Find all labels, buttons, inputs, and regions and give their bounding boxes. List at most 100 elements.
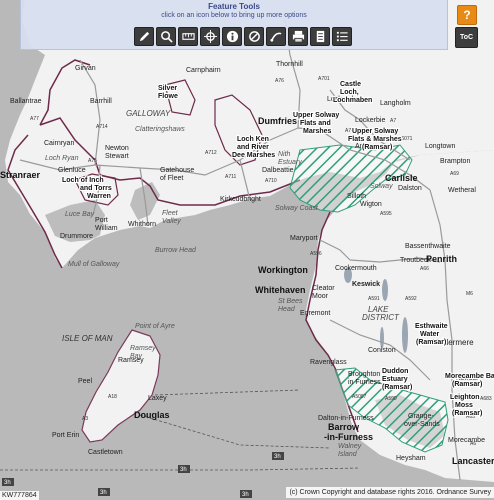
town-label-whitehaven: Whitehaven (255, 285, 306, 295)
route-icon (269, 32, 281, 42)
feature-tools-title: Feature Tools (208, 2, 260, 11)
water-label: Nith (278, 151, 291, 158)
site-label-silver-flowe-2[interactable]: Flowe (157, 92, 179, 101)
place-label: Maryport (290, 235, 318, 242)
place-label: Heysham (396, 455, 426, 462)
toc-button[interactable]: ToC (455, 27, 478, 48)
locate-tool-button[interactable] (200, 27, 220, 46)
place-label: Ballantrae (10, 98, 42, 105)
town-label-carlisle: Carlisle (385, 173, 418, 183)
place-label: Morecambe (448, 437, 485, 444)
road-label: A3 (82, 416, 88, 422)
coniston-lake (380, 327, 384, 349)
site-label-leighton[interactable]: Leighton (449, 393, 481, 402)
place-label: Wigton (360, 201, 382, 208)
site-label-leighton-2[interactable]: Moss (454, 401, 474, 410)
print-tool-button[interactable] (288, 27, 308, 46)
site-label-morecambe[interactable]: Morecambe Bay (444, 372, 494, 381)
site-label-loch-ken[interactable]: Loch Ken (236, 135, 270, 144)
copyright-notice: (c) Crown Copyright and database rights … (286, 487, 494, 498)
site-label-upper-solway-ramsar[interactable]: Upper Solway (351, 127, 400, 136)
list-tool-button[interactable] (332, 27, 352, 46)
place-label: Barrhill (90, 98, 112, 105)
place-label: Grange- (408, 413, 434, 420)
site-label-upper-solway-ramsar-2[interactable]: Flats & Marshes (347, 135, 403, 144)
road-label: A714 (96, 124, 108, 130)
water-label: St Bees (278, 298, 303, 305)
info-icon (226, 30, 238, 43)
site-label-loch-ken-3[interactable]: Dee Marshes (231, 151, 276, 160)
place-label: Thornhill (276, 61, 303, 68)
water-label: Luce Bay (65, 211, 95, 218)
water-label: Valley (162, 218, 181, 225)
place-label: Glenluce (58, 167, 86, 174)
site-label-upper-solway-2[interactable]: Flats and (299, 119, 332, 128)
place-label: over-Sands (404, 421, 440, 428)
place-label: Girvan (75, 65, 96, 72)
place-label: Moor (312, 293, 329, 300)
road-label: A590 (385, 396, 397, 402)
water-label: Head (278, 306, 296, 313)
site-label-castle-loch[interactable]: Castle (339, 80, 362, 89)
site-label-loch-of-inch[interactable]: Loch of Inch (61, 176, 105, 185)
place-label: William (95, 225, 118, 232)
site-label-upper-solway-3[interactable]: Marshes (302, 127, 333, 136)
site-label-esthwaite[interactable]: Esthwaite (414, 322, 449, 331)
site-label-duddon[interactable]: Duddon (381, 367, 410, 376)
place-label: Wetheral (448, 187, 476, 194)
site-label-upper-solway-ramsar-3[interactable]: (Ramsar) (361, 143, 394, 152)
site-label-loch-of-inch-2[interactable]: and Torrs (79, 184, 113, 193)
town-label-dumfries: Dumfries (258, 116, 297, 126)
site-label-loch-ken-2[interactable]: and River (236, 143, 270, 152)
place-label: Langholm (380, 100, 411, 107)
place-label: Broughton (348, 371, 380, 378)
town-label-barrow-2: -in-Furness (324, 432, 373, 442)
road-label: M6 (466, 291, 473, 297)
windermere-lake (402, 317, 408, 353)
site-label-morecambe-2[interactable]: (Ramsar) (451, 380, 484, 389)
site-label-esthwaite-3[interactable]: (Ramsar) (415, 338, 448, 347)
site-label-esthwaite-2[interactable]: Water (419, 330, 441, 339)
site-label-duddon-3[interactable]: (Ramsar) (381, 383, 414, 392)
site-label-loch-of-inch-3[interactable]: Warren (86, 192, 112, 201)
road-label: A69 (450, 171, 459, 177)
feature-tools-panel: Feature Tools click on an icon below to … (20, 0, 448, 50)
measure-tool-button[interactable] (178, 27, 198, 46)
site-label-leighton-3[interactable]: (Ramsar) (451, 409, 484, 418)
print-icon (292, 30, 304, 43)
place-label: Silloth (347, 193, 366, 200)
place-label: Cockermouth (335, 265, 377, 272)
tool-buttons (134, 27, 352, 47)
site-label-upper-solway[interactable]: Upper Solway (292, 111, 341, 120)
place-label: Drummore (60, 233, 93, 240)
magnifier-icon (160, 31, 173, 43)
place-label: Cleator (312, 285, 335, 292)
route-tool-button[interactable] (266, 27, 286, 46)
place-label: Port Erin (52, 432, 79, 439)
place-label: Port (95, 217, 108, 224)
info-tool-button[interactable] (222, 27, 242, 46)
road-label: A591 (368, 296, 380, 302)
ban-icon (248, 31, 260, 42)
map-canvas[interactable]: Girvan Barrhill Ballantrae Carnphairn Th… (0, 0, 494, 500)
water-label: Bay (130, 353, 143, 360)
place-label: Castletown (88, 449, 123, 456)
draw-tool-button[interactable] (134, 27, 154, 46)
road-label: A6 (470, 441, 476, 447)
map-id-label: KW777864 (0, 491, 39, 500)
help-button[interactable]: ? (457, 5, 477, 25)
clear-tool-button[interactable] (244, 27, 264, 46)
site-label-duddon-2[interactable]: Estuary (381, 375, 409, 384)
place-label: Dalston (398, 185, 422, 192)
place-label: Newton (105, 145, 129, 152)
ferry-time-label: 3h (242, 492, 249, 498)
town-label-barrow: Barrow (328, 422, 360, 432)
search-tool-button[interactable] (156, 27, 176, 46)
site-label-silver-flowe[interactable]: Silver (157, 84, 179, 93)
water-label: Walney (338, 443, 362, 450)
site-label-castle-loch-3[interactable]: Lochmaben (332, 96, 373, 105)
crosshair-icon (203, 30, 217, 43)
document-tool-button[interactable] (310, 27, 330, 46)
water-label: GALLOWAY (126, 109, 171, 118)
site-label-castle-loch-2[interactable]: Loch, (339, 88, 360, 97)
